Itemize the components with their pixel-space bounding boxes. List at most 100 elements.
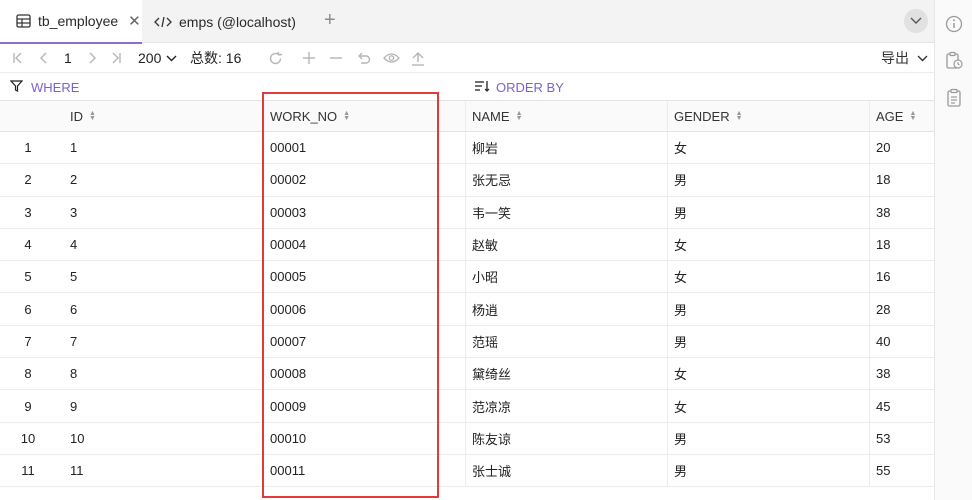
sort-icon[interactable]: ▲ ▼	[736, 110, 743, 122]
cell-gender[interactable]: 女	[668, 390, 870, 422]
cell-gender[interactable]: 女	[668, 261, 870, 293]
cell-id[interactable]: 1	[64, 132, 264, 164]
cell-name[interactable]: 小昭	[466, 261, 668, 293]
cell-name[interactable]: 范凉凉	[466, 390, 668, 422]
order-by-filter[interactable]: ORDER BY	[474, 73, 564, 101]
cell-id[interactable]: 9	[64, 390, 264, 422]
sort-icon[interactable]: ▲ ▼	[909, 110, 916, 122]
cell-id[interactable]: 3	[64, 196, 264, 228]
cell-gender[interactable]: 男	[668, 196, 870, 228]
table-row[interactable]: 10 10 00010 陈友谅男 53	[0, 422, 934, 455]
cell-age[interactable]: 40	[870, 326, 934, 357]
cell-name[interactable]: 杨逍	[466, 293, 668, 325]
column-header-age[interactable]: AGE ▲ ▼	[870, 101, 934, 131]
cell-work-no[interactable]: 00010	[264, 422, 466, 454]
clipboard-list-icon[interactable]	[935, 79, 972, 116]
prev-page-icon[interactable]	[38, 43, 48, 73]
tab-emps-console[interactable]: emps (@localhost)	[148, 0, 316, 43]
cell-work-no[interactable]: 00011	[264, 454, 466, 487]
cell-id[interactable]: 8	[64, 358, 264, 390]
info-icon[interactable]	[935, 5, 972, 42]
refresh-icon[interactable]	[268, 43, 283, 73]
cell-id[interactable]: 4	[64, 228, 264, 261]
row-number: 4	[24, 237, 32, 253]
first-page-icon[interactable]	[12, 43, 24, 73]
cell-name[interactable]: 张无忌	[466, 164, 668, 196]
cell-name[interactable]: 柳岩	[466, 132, 668, 164]
table-row[interactable]: 6 6 00006 杨逍男 28	[0, 293, 934, 326]
cell-work-no[interactable]: 00004	[264, 228, 466, 261]
cell-gender[interactable]: 男	[668, 325, 870, 358]
sort-icon[interactable]: ▲ ▼	[89, 110, 96, 122]
cell-gender[interactable]: 男	[668, 293, 870, 325]
next-page-icon[interactable]	[88, 43, 98, 73]
cell-age[interactable]: 16	[870, 261, 934, 292]
cell-age[interactable]: 53	[870, 423, 934, 454]
cell-age[interactable]: 18	[870, 164, 934, 195]
tab-tb-employee[interactable]: tb_employee ✕	[0, 0, 142, 44]
table-row[interactable]: 1 1 00001 柳岩女 20	[0, 132, 934, 165]
cell-id[interactable]: 10	[64, 422, 264, 454]
cell-work-no[interactable]: 00003	[264, 196, 466, 228]
cell-name[interactable]: 韦一笑	[466, 196, 668, 228]
table-row[interactable]: 2 2 00002 张无忌男 18	[0, 164, 934, 197]
cell-age[interactable]: 28	[870, 293, 934, 324]
cell-name[interactable]: 陈友谅	[466, 422, 668, 454]
sort-icon[interactable]: ▲ ▼	[343, 110, 350, 122]
undo-icon[interactable]	[356, 43, 371, 73]
add-tab-icon[interactable]: +	[324, 9, 336, 32]
cell-age[interactable]: 18	[870, 229, 934, 260]
column-header-name[interactable]: NAME ▲ ▼	[466, 101, 668, 131]
last-page-icon[interactable]	[110, 43, 122, 73]
clipboard-clock-icon[interactable]	[935, 42, 972, 79]
cell-work-no[interactable]: 00005	[264, 261, 466, 293]
table-row[interactable]: 3 3 00003 韦一笑男 38	[0, 196, 934, 229]
cell-id[interactable]: 5	[64, 261, 264, 293]
table-row[interactable]: 4 4 00004 赵敏女 18	[0, 228, 934, 262]
cell-gender[interactable]: 男	[668, 164, 870, 196]
cell-work-no[interactable]: 00007	[264, 325, 466, 358]
cell-id[interactable]: 7	[64, 325, 264, 358]
page-size-select[interactable]: 200	[138, 43, 177, 73]
cell-age[interactable]: 38	[870, 197, 934, 228]
export-button[interactable]: 导出	[881, 43, 928, 73]
table-row[interactable]: 5 5 00005 小昭女 16	[0, 261, 934, 294]
cell-work-no[interactable]: 00002	[264, 164, 466, 196]
cell-name[interactable]: 张士诚	[466, 454, 668, 487]
column-header-id[interactable]: ID ▲ ▼	[64, 101, 264, 131]
cell-work-no[interactable]: 00009	[264, 390, 466, 422]
cell-id[interactable]: 2	[64, 164, 264, 196]
cell-name[interactable]: 范瑶	[466, 325, 668, 358]
cell-gender[interactable]: 男	[668, 454, 870, 487]
submit-upload-icon[interactable]	[410, 43, 426, 73]
column-header-work-no[interactable]: WORK_NO ▲ ▼	[264, 101, 466, 131]
cell-age[interactable]: 38	[870, 358, 934, 389]
cell-age[interactable]: 20	[870, 132, 934, 163]
add-row-icon[interactable]	[302, 43, 316, 73]
cell-id[interactable]: 6	[64, 293, 264, 325]
table-row[interactable]: 7 7 00007 范瑶男 40	[0, 325, 934, 359]
where-filter[interactable]: WHERE	[9, 73, 79, 101]
cell-work-no[interactable]: 00001	[264, 132, 466, 164]
cell-age[interactable]: 55	[870, 455, 934, 486]
cell-gender[interactable]: 女	[668, 358, 870, 390]
cell-name[interactable]: 赵敏	[466, 228, 668, 261]
table-row[interactable]: 8 8 00008 黛绮丝女 38	[0, 358, 934, 391]
cell-id[interactable]: 11	[64, 454, 264, 487]
cell-gender[interactable]: 女	[668, 132, 870, 164]
cell-work-no[interactable]: 00006	[264, 293, 466, 325]
page-number[interactable]: 1	[64, 43, 72, 73]
close-icon[interactable]: ✕	[128, 12, 141, 30]
cell-gender[interactable]: 女	[668, 228, 870, 261]
table-row[interactable]: 9 9 00009 范凉凉女 45	[0, 390, 934, 423]
cell-name[interactable]: 黛绮丝	[466, 358, 668, 390]
sort-icon[interactable]: ▲ ▼	[516, 110, 523, 122]
cell-age[interactable]: 45	[870, 390, 934, 421]
table-row[interactable]: 11 11 00011 张士诚男 55	[0, 454, 934, 488]
column-header-gender[interactable]: GENDER ▲ ▼	[668, 101, 870, 131]
chevron-down-icon[interactable]	[904, 9, 928, 33]
cell-gender[interactable]: 男	[668, 422, 870, 454]
delete-row-icon[interactable]	[329, 43, 343, 73]
cell-work-no[interactable]: 00008	[264, 358, 466, 390]
preview-eye-icon[interactable]	[383, 43, 400, 73]
